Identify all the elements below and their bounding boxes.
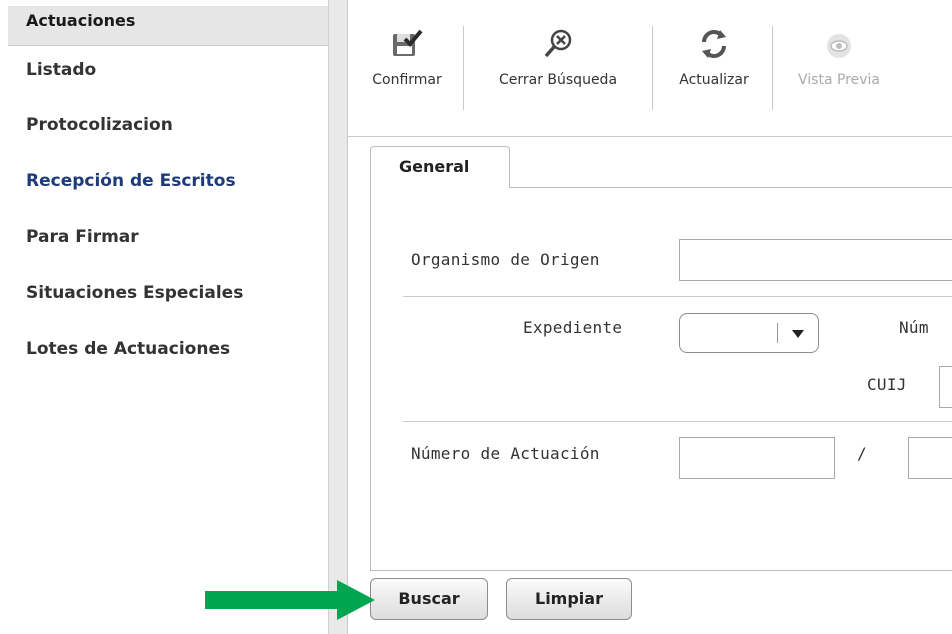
sidebar: Actuaciones Listado Protocolizacion Rece… (0, 0, 328, 634)
confirmar-button[interactable]: Confirmar (354, 22, 460, 114)
sidebar-item-recepcion-de-escritos[interactable]: Recepción de Escritos (26, 171, 236, 191)
vista-previa-label: Vista Previa (798, 72, 880, 88)
form-divider (403, 421, 952, 422)
cuij-input[interactable] (939, 366, 952, 408)
sidebar-divider[interactable] (328, 0, 348, 634)
close-search-icon (544, 29, 572, 58)
toolbar-separator (463, 26, 464, 110)
chevron-down-icon[interactable] (792, 330, 804, 338)
refresh-icon (702, 30, 726, 58)
sidebar-item-situaciones-especiales[interactable]: Situaciones Especiales (26, 283, 243, 303)
main-panel: Confirmar Cerrar Búsqueda Actualizar Vis… (348, 0, 952, 634)
annotation-arrow (205, 580, 375, 620)
anio-input[interactable] (908, 437, 952, 479)
limpiar-button[interactable]: Limpiar (506, 578, 632, 620)
sidebar-header: Actuaciones (8, 6, 328, 46)
toolbar: Confirmar Cerrar Búsqueda Actualizar Vis… (348, 0, 952, 137)
save-check-icon (393, 29, 423, 56)
select-separator (777, 323, 778, 343)
vista-previa-button[interactable]: Vista Previa (776, 22, 902, 114)
sidebar-item-protocolizacion[interactable]: Protocolizacion (26, 115, 173, 135)
actualizar-button[interactable]: Actualizar (655, 22, 773, 114)
numero-de-actuacion-label: Número de Actuación (411, 444, 600, 463)
organismo-de-origen-input[interactable] (679, 239, 952, 281)
organismo-de-origen-label: Organismo de Origen (411, 250, 600, 269)
eye-icon (827, 34, 851, 58)
cerrar-busqueda-button[interactable]: Cerrar Búsqueda (466, 22, 650, 114)
form-divider (403, 296, 952, 297)
toolbar-separator (772, 26, 773, 110)
sidebar-item-lotes-de-actuaciones[interactable]: Lotes de Actuaciones (26, 339, 230, 359)
separator-slash: / (857, 444, 867, 463)
cerrar-busqueda-label: Cerrar Búsqueda (498, 72, 618, 88)
expediente-select[interactable] (679, 313, 819, 353)
cuij-label: CUIJ (867, 375, 907, 394)
toolbar-separator (652, 26, 653, 110)
sidebar-item-listado[interactable]: Listado (26, 60, 96, 80)
actualizar-label: Actualizar (679, 72, 749, 88)
general-panel: Organismo de Origen Expediente Núm CUIJ … (370, 187, 952, 571)
expediente-label: Expediente (523, 318, 623, 337)
tab-general[interactable]: General (370, 146, 510, 188)
buscar-button[interactable]: Buscar (370, 578, 488, 620)
sidebar-item-para-firmar[interactable]: Para Firmar (26, 227, 139, 247)
numero-de-actuacion-input[interactable] (679, 437, 835, 479)
confirmar-label: Confirmar (372, 72, 442, 88)
numero-label: Núm (899, 318, 929, 337)
